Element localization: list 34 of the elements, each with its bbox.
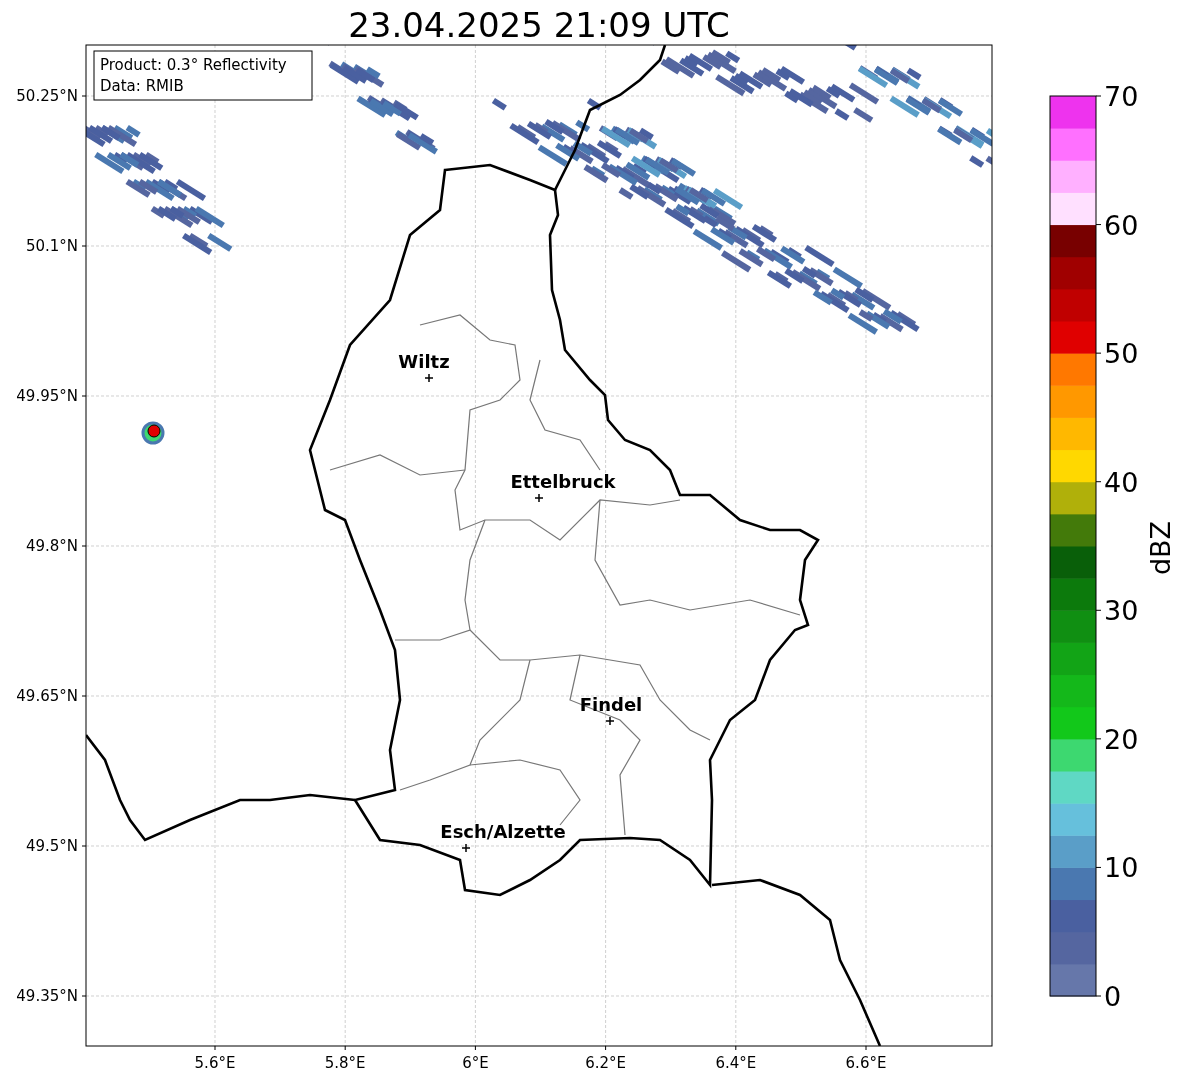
colorbar-tick-label: 70	[1104, 81, 1139, 112]
longitude-tick-label: 6.4°E	[715, 1054, 757, 1072]
latitude-tick-label: 50.1°N	[25, 237, 78, 255]
city-label: Findel	[579, 694, 643, 715]
city-label: Esch/Alzette	[440, 821, 566, 842]
city-marker-icon	[605, 716, 615, 726]
latitude-tick-label: 49.95°N	[16, 387, 78, 405]
colorbar-tick-label: 0	[1104, 981, 1122, 1012]
latitude-tick-label: 49.8°N	[25, 537, 78, 555]
figure-title: 23.04.2025 21:09 UTC	[348, 5, 730, 45]
latitude-tick-label: 49.65°N	[16, 687, 78, 705]
radar-site-marker	[141, 421, 165, 445]
longitude-tick-label: 6.6°E	[845, 1054, 887, 1072]
colorbar-label: dBZ	[1145, 520, 1176, 576]
info-text: Product: 0.3° Reflectivity	[100, 56, 287, 74]
colorbar-tick-label: 60	[1104, 209, 1139, 241]
colorbar-tick-label: 40	[1104, 466, 1139, 498]
colorbar-tick-label: 10	[1104, 852, 1139, 884]
longitude-tick-label: 6.2°E	[585, 1054, 626, 1072]
city-marker-icon	[534, 493, 544, 503]
longitude-tick-label: 5.6°E	[194, 1054, 236, 1072]
colorbar-tick-label: 50	[1104, 338, 1139, 370]
city-marker-icon	[424, 373, 434, 383]
city-label: Wiltz	[398, 351, 450, 372]
longitude-tick-label: 5.8°E	[324, 1054, 366, 1072]
latitude-tick-label: 50.25°N	[16, 87, 78, 105]
colorbar-tick-label: 20	[1104, 723, 1139, 755]
latitude-tick-label: 49.35°N	[16, 987, 78, 1005]
colorbar-tick-label: 30	[1104, 595, 1139, 627]
latitude-tick-label: 49.5°N	[25, 837, 78, 855]
info-text: Data: RMIB	[100, 77, 184, 95]
longitude-tick-label: 6°E	[462, 1054, 489, 1072]
city-label: Ettelbruck	[510, 471, 616, 492]
city-marker-icon	[461, 843, 471, 853]
